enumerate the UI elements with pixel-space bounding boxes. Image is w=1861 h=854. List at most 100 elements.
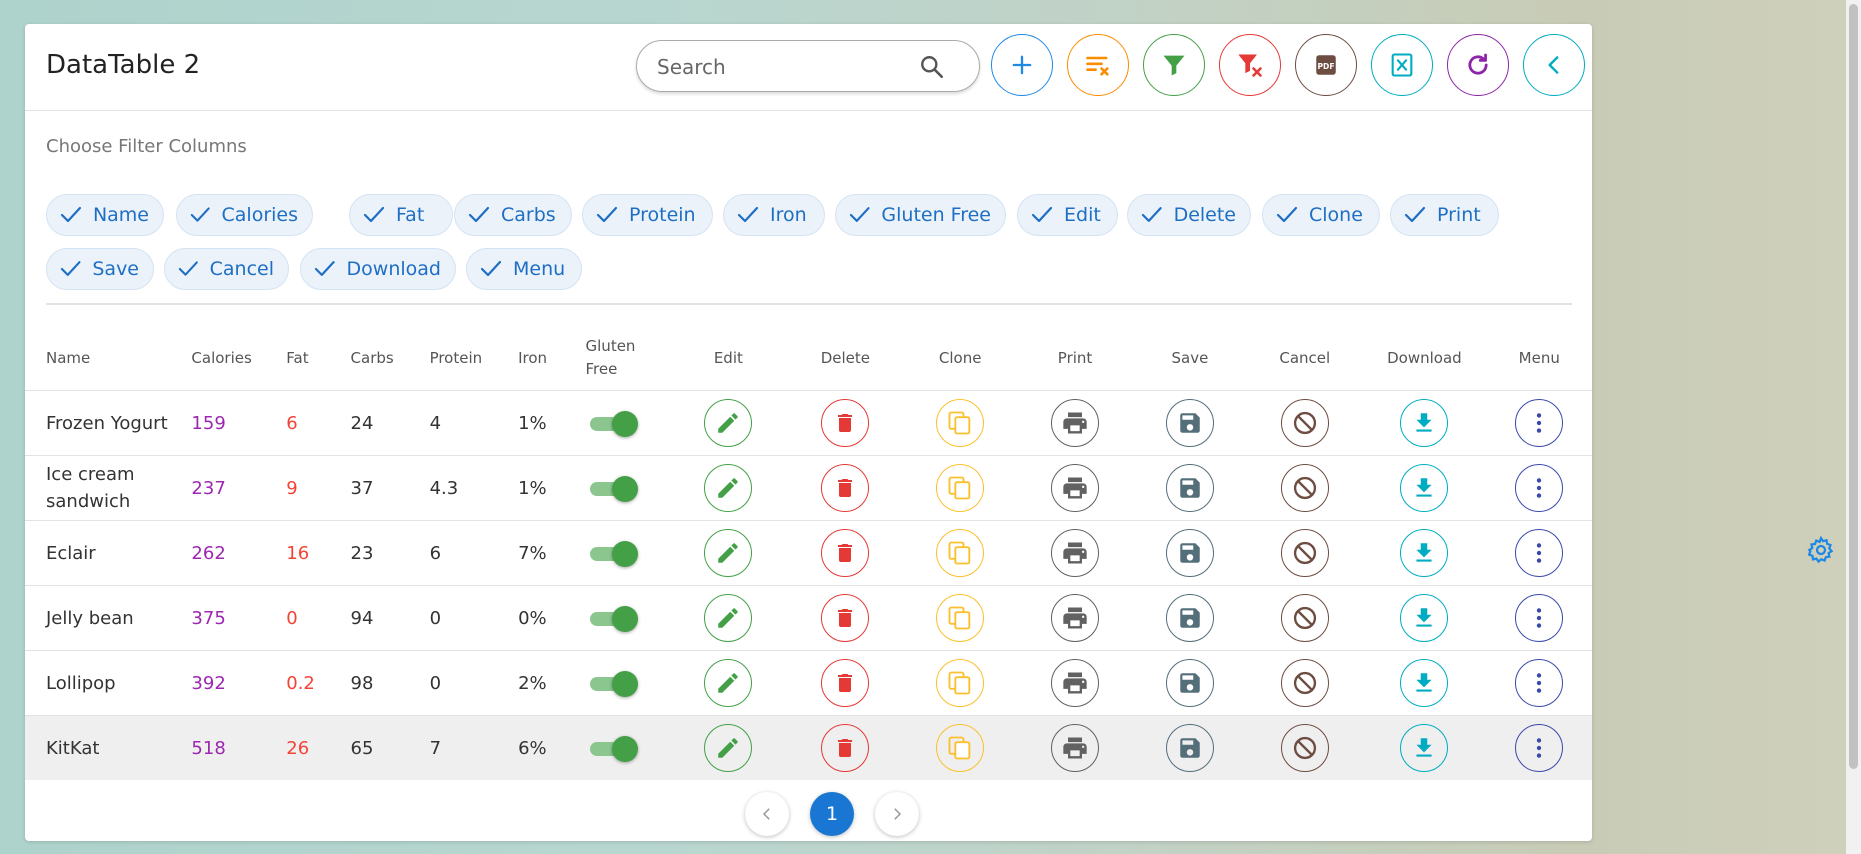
page-1-button[interactable]: 1 — [810, 792, 854, 836]
collapse-button[interactable] — [1523, 34, 1585, 96]
table-row: Jelly bean 375 0 94 0 0% — [25, 585, 1592, 651]
filter-chip-cancel[interactable]: Cancel — [164, 248, 289, 290]
filter-chip-edit[interactable]: Edit — [1017, 194, 1118, 236]
filter-chip-name[interactable]: Name — [46, 194, 164, 236]
cancel-button[interactable] — [1280, 399, 1329, 447]
filter-chip-delete[interactable]: Delete — [1127, 194, 1251, 236]
save-button[interactable] — [1165, 399, 1214, 447]
gluten-free-toggle[interactable] — [586, 605, 638, 632]
cell-menu — [1486, 455, 1592, 521]
clone-button[interactable] — [936, 399, 985, 447]
filter-chip-menu[interactable]: Menu — [466, 248, 582, 290]
clear-filter-button[interactable] — [1219, 34, 1281, 96]
delete-button[interactable] — [821, 594, 870, 642]
filter-chip-download[interactable]: Download — [300, 248, 456, 290]
edit-button[interactable] — [704, 594, 753, 642]
print-button[interactable] — [1051, 724, 1100, 772]
menu-button[interactable] — [1515, 529, 1564, 577]
clear-sort-button[interactable] — [1067, 34, 1129, 96]
filter-chip-clone[interactable]: Clone — [1262, 194, 1380, 236]
print-button[interactable] — [1051, 529, 1100, 577]
filter-chip-protein[interactable]: Protein — [582, 194, 713, 236]
column-header-carbs[interactable]: Carbs — [330, 326, 409, 391]
cancel-button[interactable] — [1280, 659, 1329, 707]
next-page-button[interactable] — [875, 792, 919, 836]
clone-button[interactable] — [936, 724, 985, 772]
scrollbar-thumb[interactable] — [1849, 4, 1858, 769]
gluten-free-toggle[interactable] — [586, 410, 638, 437]
print-button[interactable] — [1051, 659, 1100, 707]
gluten-free-toggle[interactable] — [586, 540, 638, 567]
page-scrollbar[interactable] — [1846, 0, 1861, 854]
column-header-iron[interactable]: Iron — [497, 326, 564, 391]
edit-button[interactable] — [704, 724, 753, 772]
save-button[interactable] — [1165, 594, 1214, 642]
download-button[interactable] — [1400, 464, 1449, 512]
filter-chip-print[interactable]: Print — [1390, 194, 1499, 236]
filter-button[interactable] — [1143, 34, 1205, 96]
save-button[interactable] — [1165, 529, 1214, 577]
print-button[interactable] — [1051, 464, 1100, 512]
filter-chip-iron[interactable]: Iron — [723, 194, 825, 236]
delete-button[interactable] — [821, 659, 870, 707]
edit-button[interactable] — [704, 464, 753, 512]
prev-page-button[interactable] — [745, 792, 789, 836]
gluten-free-toggle[interactable] — [586, 735, 638, 762]
column-header-gluten-free[interactable]: Gluten Free — [565, 326, 669, 391]
search-box[interactable] — [636, 40, 980, 92]
gluten-free-toggle[interactable] — [586, 670, 638, 697]
delete-button[interactable] — [821, 464, 870, 512]
delete-button[interactable] — [821, 724, 870, 772]
cell-gluten-free — [564, 650, 669, 716]
save-button[interactable] — [1165, 724, 1214, 772]
clone-button[interactable] — [936, 464, 985, 512]
cancel-button[interactable] — [1280, 529, 1329, 577]
delete-button[interactable] — [821, 399, 870, 447]
save-button[interactable] — [1165, 659, 1214, 707]
edit-button[interactable] — [704, 529, 753, 577]
download-button[interactable] — [1400, 659, 1449, 707]
download-button[interactable] — [1400, 399, 1449, 447]
filter-chip-fat[interactable]: Fat — [349, 194, 453, 236]
filter-chip-gluten-free[interactable]: Gluten Free — [835, 194, 1006, 236]
add-button[interactable] — [991, 34, 1053, 96]
settings-gear-icon[interactable] — [1806, 535, 1836, 565]
refresh-button[interactable] — [1447, 34, 1509, 96]
delete-button[interactable] — [821, 529, 870, 577]
column-header-protein[interactable]: Protein — [409, 326, 498, 391]
gluten-free-toggle[interactable] — [586, 475, 638, 502]
filter-chip-save[interactable]: Save — [46, 248, 154, 290]
edit-button[interactable] — [704, 399, 753, 447]
check-icon — [60, 206, 82, 223]
print-button[interactable] — [1051, 399, 1100, 447]
edit-button[interactable] — [704, 659, 753, 707]
download-button[interactable] — [1400, 594, 1449, 642]
menu-button[interactable] — [1515, 464, 1564, 512]
cancel-button[interactable] — [1280, 724, 1329, 772]
cell-protein: 0 — [408, 650, 498, 716]
menu-button[interactable] — [1515, 594, 1564, 642]
cell-gluten-free — [564, 520, 669, 586]
export-excel-button[interactable] — [1371, 34, 1433, 96]
filter-chip-carbs[interactable]: Carbs — [454, 194, 572, 236]
search-input[interactable] — [655, 53, 909, 81]
clone-button[interactable] — [936, 529, 985, 577]
download-button[interactable] — [1400, 529, 1449, 577]
menu-button[interactable] — [1515, 724, 1564, 772]
export-pdf-button[interactable]: PDF — [1295, 34, 1357, 96]
cancel-button[interactable] — [1280, 464, 1329, 512]
column-header-fat[interactable]: Fat — [265, 326, 329, 391]
menu-button[interactable] — [1515, 659, 1564, 707]
column-header-name[interactable]: Name — [25, 326, 170, 391]
save-button[interactable] — [1165, 464, 1214, 512]
clone-button[interactable] — [936, 659, 985, 707]
menu-button[interactable] — [1515, 399, 1564, 447]
column-header-calories[interactable]: Calories — [170, 326, 265, 391]
print-button[interactable] — [1051, 594, 1100, 642]
clone-button[interactable] — [936, 594, 985, 642]
trash-icon — [838, 544, 853, 562]
cancel-button[interactable] — [1280, 594, 1329, 642]
download-button[interactable] — [1400, 724, 1449, 772]
search-icon[interactable] — [919, 54, 945, 80]
filter-chip-calories[interactable]: Calories — [176, 194, 313, 236]
